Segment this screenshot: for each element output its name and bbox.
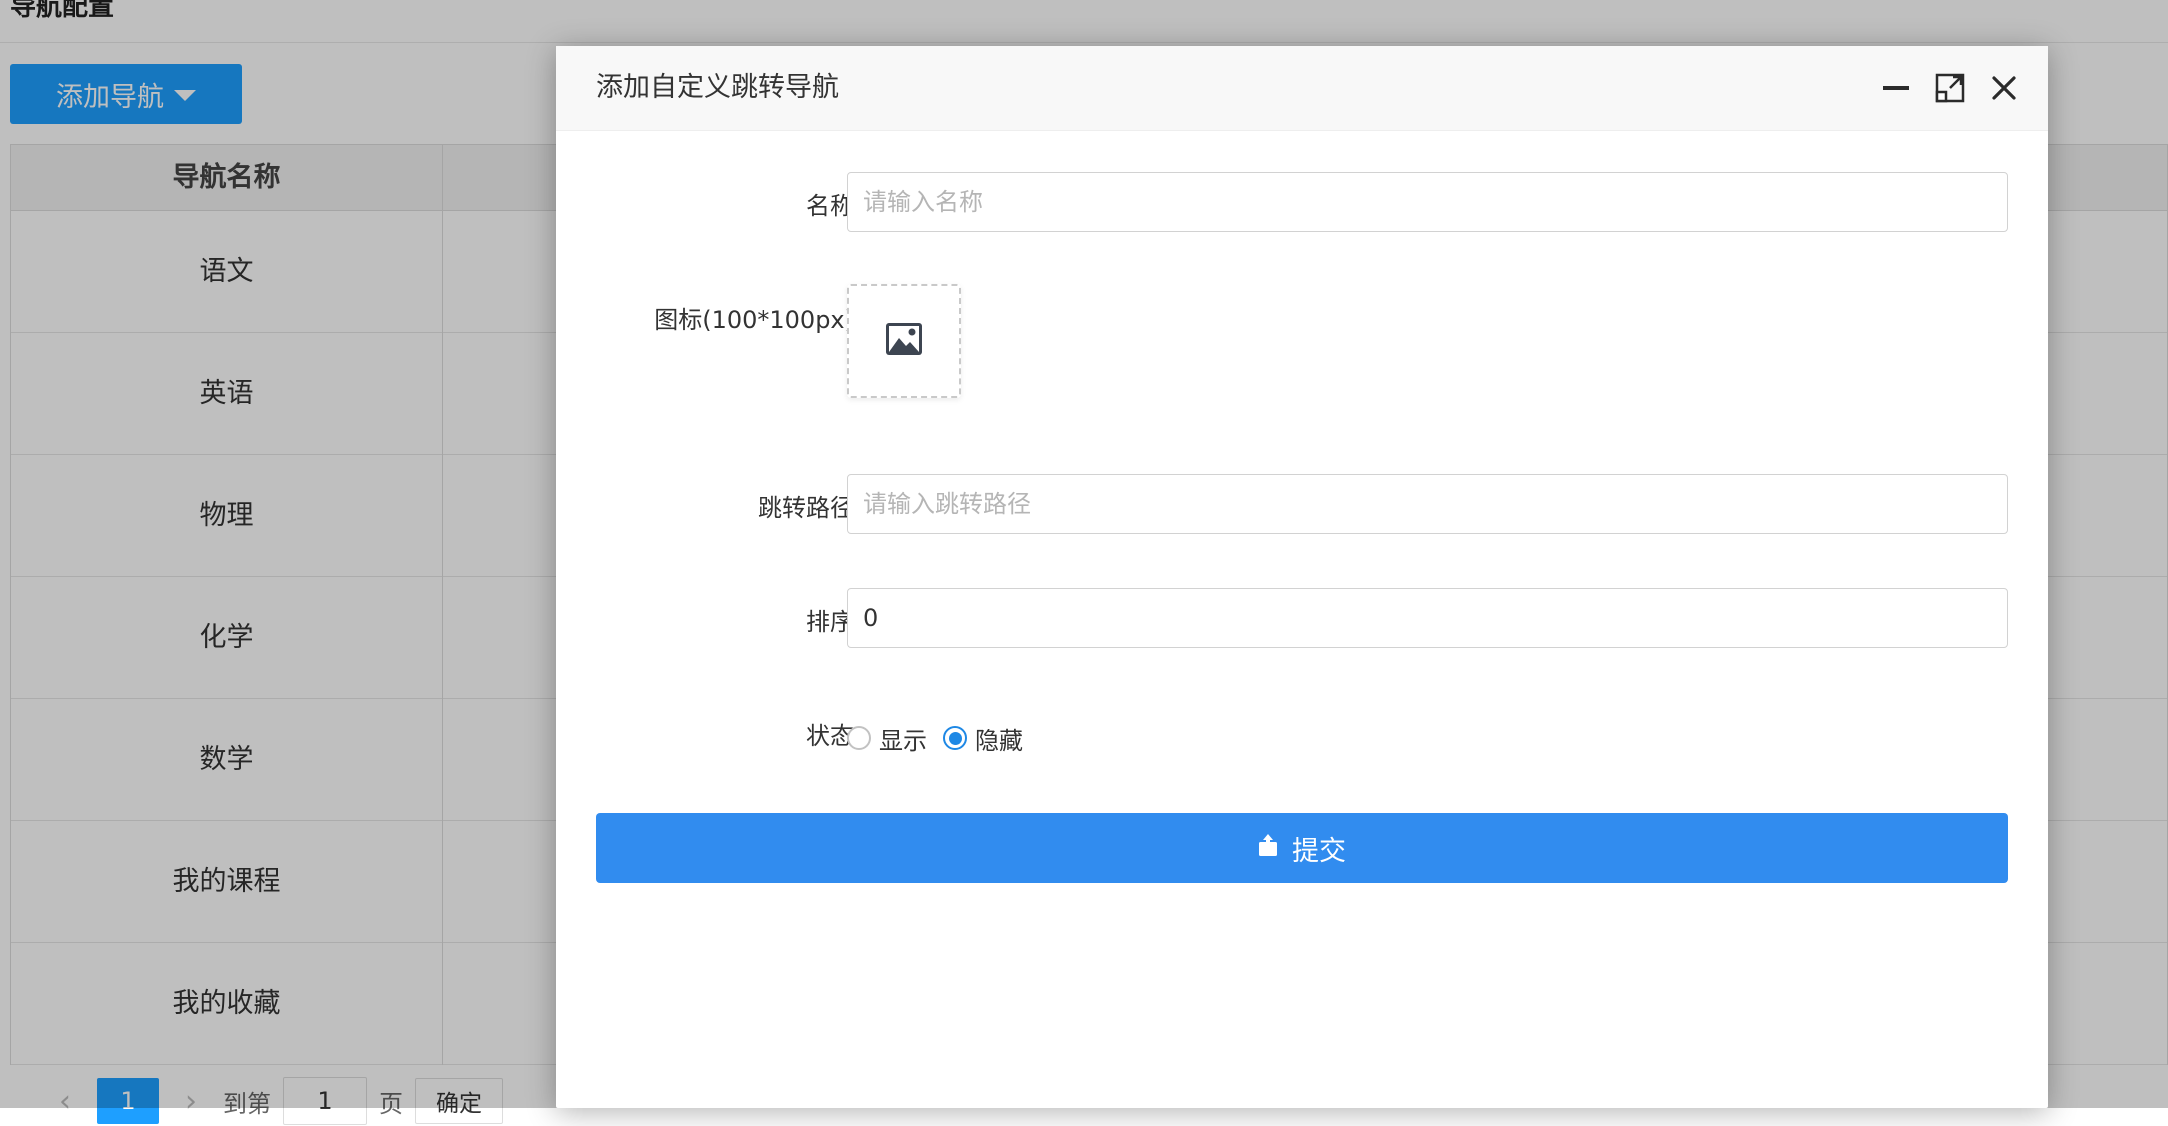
add-navigation-modal: 添加自定义跳转导航 名称 图标(100*100px) [556, 46, 2048, 1108]
modal-header: 添加自定义跳转导航 [556, 46, 2048, 131]
image-icon [886, 323, 922, 359]
radio-unchecked-icon[interactable] [847, 726, 871, 750]
status-radio-group: 显示 隐藏 [847, 718, 1023, 758]
sort-input[interactable] [847, 588, 2008, 648]
status-option-show[interactable]: 显示 [847, 721, 927, 756]
status-option-hide[interactable]: 隐藏 [943, 721, 1023, 756]
submit-label: 提交 [1292, 835, 1346, 867]
name-input[interactable] [847, 172, 2008, 232]
minimize-icon[interactable] [1880, 72, 1912, 104]
path-label: 跳转路径 [758, 494, 854, 522]
modal-tools [1880, 68, 2020, 108]
submit-button[interactable]: 提交 [596, 813, 2008, 883]
maximize-icon[interactable] [1934, 72, 1966, 104]
close-icon[interactable] [1988, 72, 2020, 104]
status-option-show-label: 显示 [879, 726, 927, 755]
modal-title: 添加自定义跳转导航 [596, 72, 839, 103]
upload-icon [1258, 833, 1278, 864]
icon-upload-box[interactable] [847, 284, 961, 398]
radio-checked-icon[interactable] [943, 726, 967, 750]
path-input[interactable] [847, 474, 2008, 534]
status-option-hide-label: 隐藏 [975, 726, 1023, 755]
icon-label: 图标(100*100px) [654, 306, 854, 334]
